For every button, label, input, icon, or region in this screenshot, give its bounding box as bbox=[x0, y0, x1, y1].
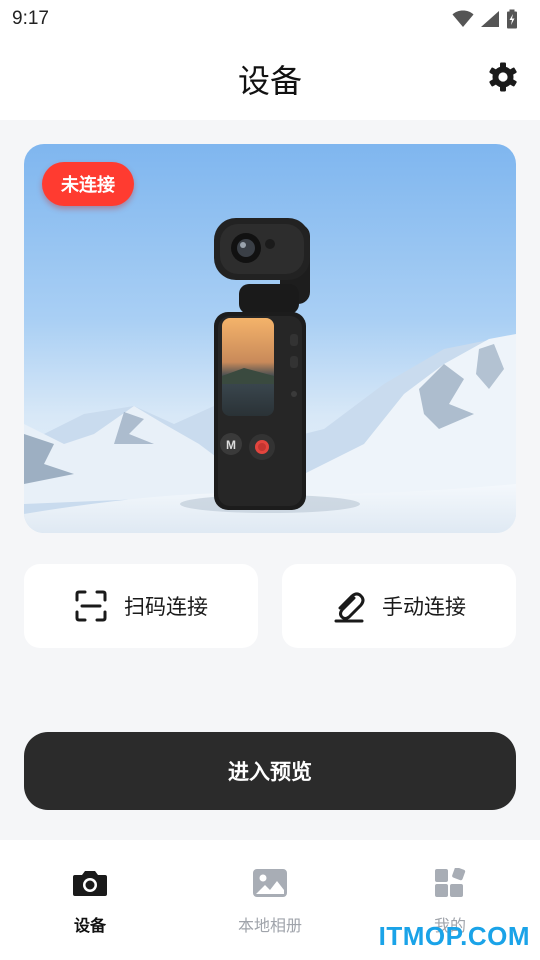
camera-icon bbox=[73, 871, 107, 896]
scan-connect-button[interactable]: 扫码连接 bbox=[24, 564, 258, 648]
settings-button[interactable] bbox=[486, 60, 520, 94]
app-header: 设备 bbox=[0, 38, 540, 120]
scan-icon bbox=[75, 590, 107, 622]
signal-icon bbox=[481, 11, 499, 27]
page-title: 设备 bbox=[237, 62, 302, 100]
link-icon bbox=[334, 592, 365, 623]
battery-icon bbox=[507, 9, 517, 29]
gallery-icon bbox=[253, 869, 287, 897]
wifi-icon bbox=[452, 10, 474, 27]
enter-preview-button[interactable]: 进入预览 bbox=[24, 732, 516, 810]
status-bar: 9:17 bbox=[0, 0, 540, 38]
manual-connect-button[interactable]: 手动连接 bbox=[282, 564, 516, 648]
manual-connect-label: 手动连接 bbox=[382, 595, 466, 619]
connection-status-badge: 未连接 bbox=[42, 162, 134, 206]
tab-device[interactable]: 设备 bbox=[20, 868, 160, 948]
tab-device-label: 设备 bbox=[73, 916, 106, 935]
grid-icon bbox=[435, 868, 466, 897]
tab-local-album[interactable]: 本地相册 bbox=[200, 868, 340, 948]
scan-connect-label: 扫码连接 bbox=[124, 595, 208, 619]
gear-icon bbox=[489, 62, 517, 92]
device-card: M 未连接 bbox=[24, 144, 516, 533]
status-time: 9:17 bbox=[12, 8, 49, 29]
svg-text:M: M bbox=[226, 438, 236, 452]
tab-local-album-label: 本地相册 bbox=[237, 916, 302, 935]
status-icons bbox=[452, 9, 518, 29]
watermark: ITMOP.COM bbox=[378, 921, 530, 951]
